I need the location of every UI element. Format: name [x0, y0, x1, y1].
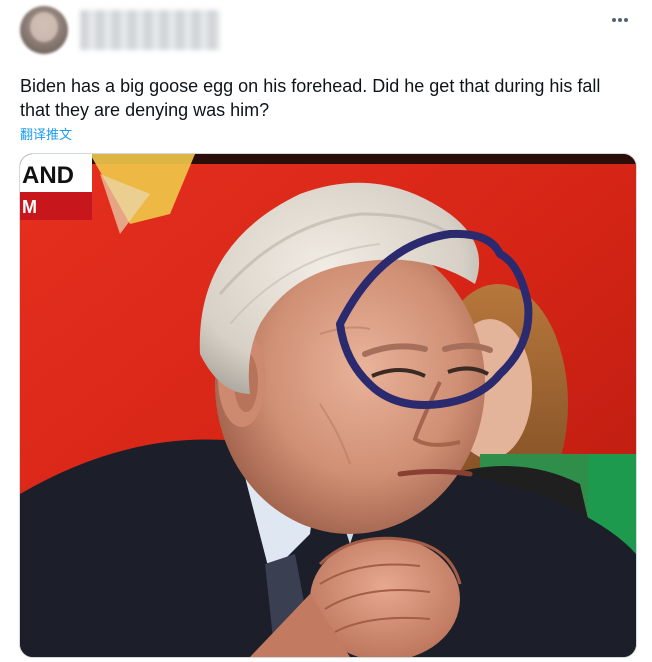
- author-name-redacted[interactable]: [80, 10, 220, 50]
- avatar[interactable]: [20, 6, 68, 54]
- news-banner: AND M: [20, 154, 92, 220]
- banner-text-1: AND: [22, 162, 74, 189]
- banner-text-2: M: [22, 197, 37, 217]
- translate-tweet-link[interactable]: 翻译推文: [20, 124, 72, 143]
- photo-image: AND M: [20, 154, 636, 657]
- tweet-text: Biden has a big goose egg on his forehea…: [20, 76, 601, 120]
- more-options-button[interactable]: [606, 10, 634, 30]
- more-horizontal-icon: [612, 18, 628, 22]
- tweet-photo[interactable]: AND M: [19, 153, 637, 658]
- tweet-card: Biden has a big goose egg on his forehea…: [0, 0, 652, 662]
